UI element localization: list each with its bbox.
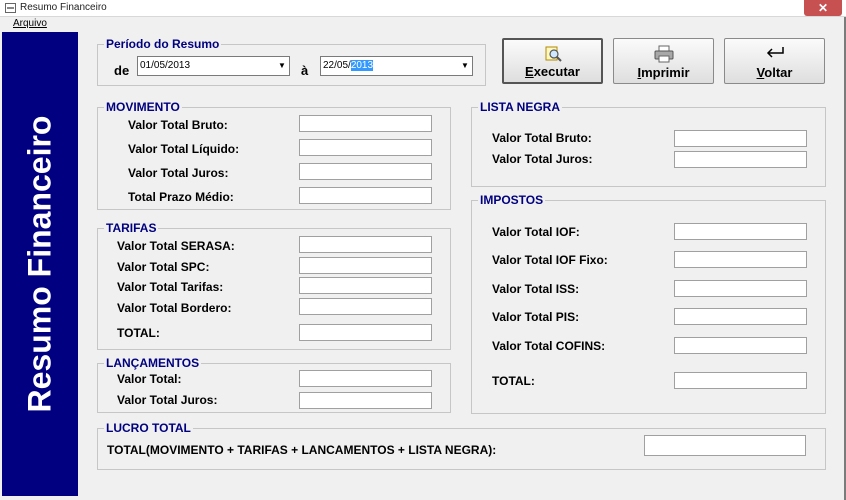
impostos-total-field[interactable] [674,372,807,389]
tarifas-bordero-field[interactable] [299,298,432,315]
movimento-bruto-field[interactable] [299,115,432,132]
de-label: de [114,63,130,78]
lancamentos-juros-field[interactable] [299,392,432,409]
impostos-title: IMPOSTOS [478,193,546,207]
tarifas-title: TARIFAS [104,221,159,235]
executar-label: Executar [525,64,580,79]
chevron-down-icon[interactable]: ▼ [459,58,471,74]
tarifas-label-spc: Valor Total SPC: [117,260,210,274]
movimento-label-prazo: Total Prazo Médio: [128,190,234,204]
impostos-iof-fixo-field[interactable] [674,251,807,268]
menu-bar: Arquivo [0,17,846,32]
tarifas-label-tarifas: Valor Total Tarifas: [117,280,224,294]
impostos-cofins-field[interactable] [674,337,807,354]
impostos-label-iss: Valor Total ISS: [492,282,580,296]
lucro-group: LUCRO TOTAL TOTAL(MOVIMENTO + TARIFAS + … [97,421,826,470]
imprimir-label: Imprimir [637,65,690,80]
lista-negra-bruto-field[interactable] [674,130,807,147]
tarifas-tarifas-field[interactable] [299,277,432,294]
tarifas-label-bordero: Valor Total Bordero: [117,301,232,315]
title-bar: Resumo Financeiro ✕ [0,0,846,17]
impostos-label-cofins: Valor Total COFINS: [492,339,606,353]
a-label: à [301,63,309,78]
voltar-button[interactable]: Voltar [724,38,825,84]
impostos-group: IMPOSTOS Valor Total IOF: Valor Total IO… [471,193,826,414]
voltar-label: Voltar [756,65,793,80]
movimento-juros-field[interactable] [299,163,432,180]
lucro-total-field[interactable] [644,435,806,456]
impostos-iof-field[interactable] [674,223,807,240]
end-date-combo[interactable]: 22/05/2013 ▼ [320,56,473,76]
movimento-label-bruto: Valor Total Bruto: [128,118,228,132]
lancamentos-group: LANÇAMENTOS Valor Total: Valor Total Jur… [97,356,451,413]
return-arrow-icon [764,45,786,63]
lista-negra-juros-field[interactable] [674,151,807,168]
start-date-combo[interactable]: 01/05/2013 ▼ [137,56,290,76]
lancamentos-title: LANÇAMENTOS [104,356,202,370]
tarifas-label-serasa: Valor Total SERASA: [117,239,235,253]
lancamentos-label-juros: Valor Total Juros: [117,393,218,407]
movimento-group: MOVIMENTO Valor Total Bruto: Valor Total… [97,100,451,210]
chevron-down-icon[interactable]: ▼ [276,58,288,74]
movimento-liquido-field[interactable] [299,139,432,156]
banner-text: Resumo Financeiro [21,115,58,413]
close-button[interactable]: ✕ [804,0,842,16]
impostos-iss-field[interactable] [674,280,807,297]
executar-button[interactable]: Executar [502,38,603,84]
tarifas-total-field[interactable] [299,324,432,341]
tarifas-group: TARIFAS Valor Total SERASA: Valor Total … [97,221,451,350]
menu-arquivo[interactable]: Arquivo [13,18,47,29]
lucro-title: LUCRO TOTAL [104,421,193,435]
impostos-label-iof-fixo: Valor Total IOF Fixo: [492,253,608,267]
lancamentos-label-total: Valor Total: [117,372,182,386]
tarifas-spc-field[interactable] [299,257,432,274]
movimento-label-liquido: Valor Total Líquido: [128,142,240,156]
tarifas-serasa-field[interactable] [299,236,432,253]
lista-negra-label-juros: Valor Total Juros: [492,152,593,166]
side-banner: Resumo Financeiro [2,32,78,496]
impostos-pis-field[interactable] [674,308,807,325]
periodo-group: Período do Resumo de 01/05/2013 ▼ à 22/0… [97,37,486,86]
lucro-label-total: TOTAL(MOVIMENTO + TARIFAS + LANCAMENTOS … [107,443,497,457]
printer-icon [654,45,674,67]
end-date-prefix: 22/05/ [323,60,351,71]
window-title: Resumo Financeiro [20,2,107,13]
tarifas-label-total: TOTAL: [117,326,160,340]
start-date-value: 01/05/2013 [140,60,191,71]
movimento-label-juros: Valor Total Juros: [128,166,229,180]
movimento-prazo-field[interactable] [299,187,432,204]
lista-negra-title: LISTA NEGRA [478,100,562,114]
impostos-label-pis: Valor Total PIS: [492,310,580,324]
end-date-selected: 2013 [350,60,374,71]
impostos-label-total: TOTAL: [492,374,535,388]
lista-negra-group: LISTA NEGRA Valor Total Bruto: Valor Tot… [471,100,826,187]
app-icon [5,3,16,13]
movimento-title: MOVIMENTO [104,100,182,114]
lista-negra-label-bruto: Valor Total Bruto: [492,131,592,145]
lancamentos-total-field[interactable] [299,370,432,387]
impostos-label-iof: Valor Total IOF: [492,225,580,239]
magnifier-document-icon [544,46,562,66]
periodo-title: Período do Resumo [104,37,222,51]
imprimir-button[interactable]: Imprimir [613,38,714,84]
